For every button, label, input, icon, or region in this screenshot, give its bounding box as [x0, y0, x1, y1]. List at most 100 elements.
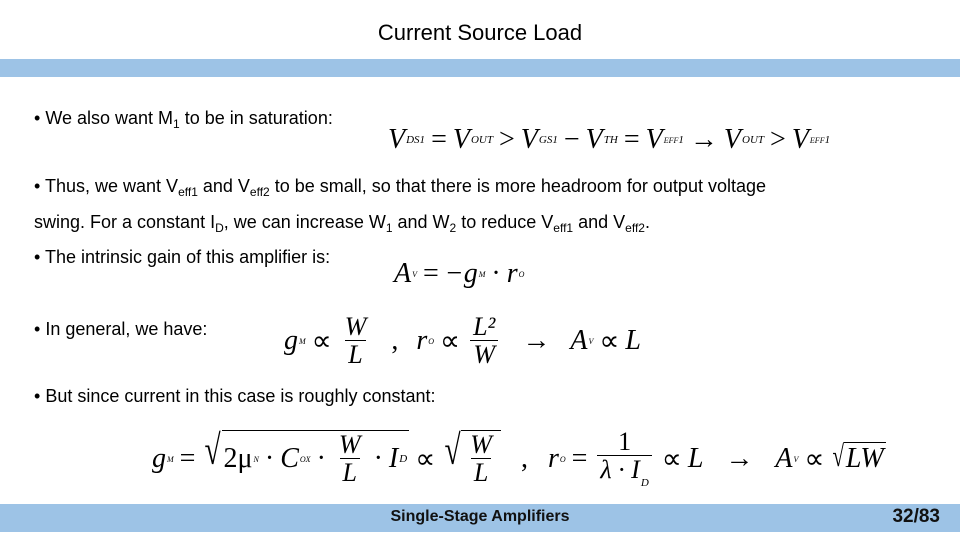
- subscript: 1: [385, 221, 393, 235]
- math-op: ·: [316, 443, 326, 475]
- math-op: =: [179, 442, 196, 474]
- fraction-l2-over-w: L² W: [470, 312, 499, 370]
- denominator: L: [339, 458, 360, 488]
- text: .: [644, 212, 650, 232]
- radicand: WL: [461, 429, 501, 488]
- math-sub: v: [793, 452, 799, 465]
- bullet-mark: •: [34, 386, 41, 406]
- numerator: W: [338, 429, 361, 459]
- bullet-intrinsic-gain: • The intrinsic gain of this amplifier i…: [34, 247, 330, 268]
- bullet-mark: •: [34, 247, 41, 267]
- radicand: LW: [843, 442, 886, 475]
- math-symbol: V: [585, 124, 603, 155]
- fraction-w-over-l: WL: [342, 313, 370, 370]
- math-sub: eff1: [663, 134, 684, 146]
- math-sub: ox: [299, 453, 311, 466]
- math-symbol: λ · I: [600, 455, 640, 485]
- math-op: ∝: [440, 326, 461, 358]
- math-op: −: [563, 124, 580, 155]
- math-symbol: 2μ: [223, 443, 253, 475]
- text: But since current in this case is roughl…: [45, 386, 436, 406]
- math-sub: eff1: [809, 134, 831, 146]
- math-symbol: V: [520, 124, 538, 155]
- math-op: ∝: [804, 443, 825, 475]
- sqrt-gm: √ 2μ n · Cox · WL · ID: [201, 429, 410, 488]
- radical-icon: √: [832, 440, 845, 474]
- math-sub: D: [640, 477, 649, 490]
- math-op: >: [770, 124, 786, 155]
- footer-title: Single-Stage Amplifiers: [390, 508, 570, 525]
- math-symbol: V: [388, 124, 406, 155]
- math-sub: DS1: [406, 134, 426, 146]
- numerator: L²: [473, 312, 496, 341]
- text: and V: [197, 176, 250, 196]
- numerator: W: [344, 312, 367, 341]
- math-op: ∝: [661, 443, 682, 475]
- math-op: =: [431, 124, 447, 155]
- math-op: =: [623, 124, 640, 155]
- subscript: eff2: [625, 221, 645, 235]
- bullet-mark: •: [34, 319, 41, 339]
- bullet-mark: •: [34, 176, 41, 196]
- fraction-w-over-l: WL: [336, 429, 364, 488]
- math-sub: TH: [603, 134, 618, 146]
- math-sub: o: [428, 335, 435, 348]
- math-symbol: r: [547, 442, 559, 474]
- math-op: ∝: [415, 443, 436, 475]
- math-symbol: A: [570, 325, 588, 357]
- arrow-icon: →: [689, 124, 718, 155]
- equation-saturation: V DS1 = V OUT > V GS1 − V TH = Veff1 → V OUT …: [388, 124, 830, 156]
- fraction-one-over-lambda-id: 1λ · ID: [597, 427, 652, 490]
- math-sub: OUT: [470, 134, 493, 146]
- math-op: =: [423, 258, 439, 289]
- math-sub: GS1: [538, 134, 558, 146]
- math-sub: o: [518, 268, 525, 280]
- text: swing. For a constant I: [34, 212, 216, 232]
- math-op: ∝: [311, 326, 332, 358]
- text: and W: [392, 212, 450, 232]
- text: to reduce V: [456, 212, 554, 232]
- header-bar: [0, 59, 960, 77]
- bullet-headroom-continued: swing. For a constant ID, we can increas…: [34, 212, 650, 235]
- math-op: ,: [520, 442, 528, 474]
- arrow-icon: →: [725, 442, 754, 474]
- subscript: eff1: [178, 185, 198, 199]
- numerator: 1: [618, 427, 632, 456]
- bullet-constant-current: • But since current in this case is roug…: [34, 386, 436, 407]
- text: The intrinsic gain of this amplifier is:: [45, 247, 331, 267]
- math-sub: m: [167, 452, 174, 465]
- math-symbol: L: [625, 325, 641, 357]
- math-symbol: g: [152, 442, 166, 474]
- math-symbol: V: [791, 124, 809, 155]
- text: and V: [573, 212, 626, 232]
- math-symbol: C: [280, 443, 299, 475]
- text: In general, we have:: [45, 319, 208, 339]
- arrow-icon: →: [522, 325, 551, 357]
- subscript: 1: [173, 117, 180, 131]
- bullet-saturation: • We also want M1 to be in saturation:: [34, 108, 333, 131]
- denominator: L: [345, 340, 366, 370]
- sqrt-lw: √ LW: [830, 440, 886, 475]
- math-sub: v: [588, 335, 594, 348]
- math-op: ∝: [599, 326, 620, 358]
- sqrt-w-over-l: √ WL: [441, 429, 501, 488]
- equation-intrinsic-gain: Av = −g m · ro: [394, 258, 524, 290]
- denominator: W: [470, 340, 499, 370]
- text: to be small, so that there is more headr…: [269, 176, 766, 196]
- math-symbol: V: [645, 124, 663, 155]
- math-symbol: L: [687, 442, 704, 474]
- radicand: 2μ n · Cox · WL · ID: [221, 429, 410, 488]
- math-op: ·: [264, 443, 275, 475]
- equation-general: gm ∝ WL , ro ∝ L² W → Av ∝ L: [284, 313, 641, 370]
- math-symbol: A: [775, 442, 793, 474]
- math-symbol: V: [723, 124, 741, 155]
- subscript: D: [215, 221, 224, 235]
- math-sub: v: [412, 268, 417, 280]
- math-sub: D: [399, 453, 408, 466]
- math-op: ·: [491, 258, 501, 289]
- page-number: 32/83: [892, 506, 940, 527]
- subscript: eff2: [249, 185, 270, 199]
- bullet-general: • In general, we have:: [34, 319, 207, 340]
- math-symbol: r: [506, 258, 518, 289]
- math-sub: n: [253, 453, 259, 466]
